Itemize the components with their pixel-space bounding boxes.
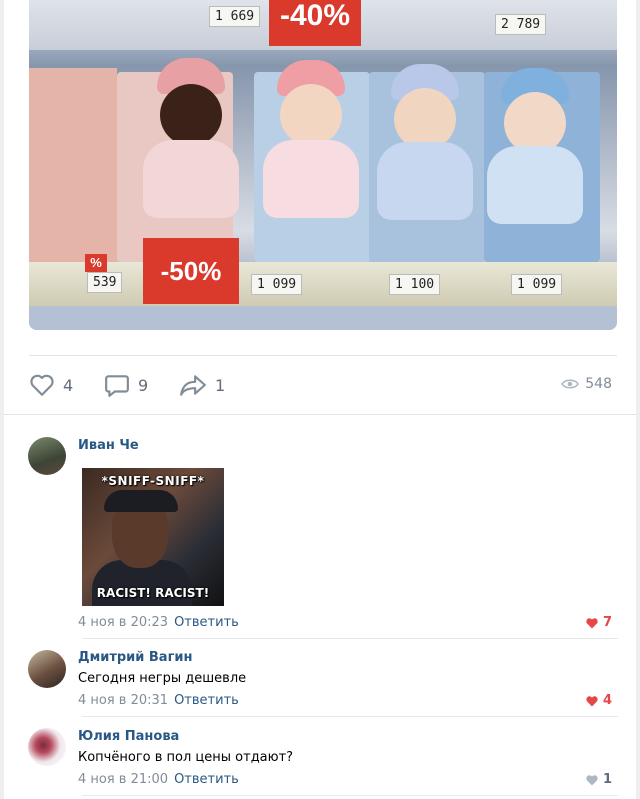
comment-date[interactable]: 4 ноя в 21:00 xyxy=(78,772,168,787)
post-photo[interactable]: 1 669 -40% 2 789 % 539 -50% 1 099 1 100 … xyxy=(29,0,617,330)
price-tag: 1 099 xyxy=(251,274,303,295)
views-count: 548 xyxy=(585,376,612,392)
doll-body xyxy=(263,140,359,218)
eye-icon xyxy=(561,379,580,389)
comment-icon xyxy=(105,375,129,397)
sale-badge-bottom: -50% xyxy=(143,238,239,304)
comment-button[interactable]: 9 xyxy=(104,373,148,397)
meme-image[interactable]: *SNIFF-SNIFF* RACIST! RACIST! xyxy=(82,468,224,606)
views-counter: 548 xyxy=(561,376,612,392)
section-separator xyxy=(4,414,636,415)
price-tag: 1 669 xyxy=(209,6,261,27)
heart-filled-icon xyxy=(586,774,598,785)
reply-link[interactable]: Ответить xyxy=(174,615,239,630)
side-box xyxy=(29,68,117,262)
price-tag: 1 100 xyxy=(389,274,441,295)
comment-author[interactable]: Иван Че xyxy=(78,438,139,453)
avatar[interactable] xyxy=(28,728,66,766)
post-card: 1 669 -40% 2 789 % 539 -50% 1 099 1 100 … xyxy=(4,0,636,799)
sale-badge-top: -40% xyxy=(269,0,361,46)
comment-meta: 4 ноя в 20:31 Ответить xyxy=(78,693,239,708)
comment-text: Копчёного в пол цены отдают? xyxy=(78,750,294,765)
like-button[interactable]: 4 xyxy=(29,373,73,397)
share-count: 1 xyxy=(215,375,226,395)
share-arrow-icon xyxy=(180,375,206,396)
comment-author[interactable]: Юлия Панова xyxy=(78,729,179,744)
share-button[interactable]: 1 xyxy=(179,373,225,397)
doll-body xyxy=(377,142,473,220)
doll-body xyxy=(143,140,239,218)
reply-link[interactable]: Ответить xyxy=(174,693,239,708)
comment-date[interactable]: 4 ноя в 20:31 xyxy=(78,693,168,708)
comment-divider xyxy=(82,638,618,639)
comment-like-count: 1 xyxy=(602,772,612,787)
price-tag: 2 789 xyxy=(495,14,547,35)
heart-filled-icon xyxy=(586,695,598,706)
price-tag: 1 099 xyxy=(511,274,563,295)
doll-head xyxy=(394,88,456,150)
reply-link[interactable]: Ответить xyxy=(174,772,239,787)
heart-outline-icon xyxy=(30,374,54,396)
comment-like-button[interactable]: 7 xyxy=(585,615,612,630)
comment-meta: 4 ноя в 20:23 Ответить xyxy=(78,615,239,630)
meme-figure xyxy=(104,490,178,512)
comment-divider xyxy=(82,795,618,796)
comment-meta: 4 ноя в 21:00 Ответить xyxy=(78,772,239,787)
price-tag: 539 xyxy=(87,272,123,293)
sale-badge-small: % xyxy=(85,254,107,272)
avatar[interactable] xyxy=(28,650,66,688)
comment-like-count: 7 xyxy=(602,615,612,630)
comment-author[interactable]: Дмитрий Вагин xyxy=(78,650,192,665)
comment-text: Сегодня негры дешевле xyxy=(78,671,247,686)
meme-caption-top: *SNIFF-SNIFF* xyxy=(101,474,205,488)
comment-date[interactable]: 4 ноя в 20:23 xyxy=(78,615,168,630)
doll-head xyxy=(280,84,342,146)
like-count: 4 xyxy=(63,375,74,395)
comment-like-count: 4 xyxy=(602,693,612,708)
doll-head xyxy=(504,92,566,154)
comment-like-button[interactable]: 4 xyxy=(585,693,612,708)
comment-like-button[interactable]: 1 xyxy=(585,772,612,787)
comment-divider xyxy=(82,716,618,717)
comment-count: 9 xyxy=(138,375,149,395)
shelf-bottom xyxy=(29,306,617,330)
meme-caption-bottom: RACIST! RACIST! xyxy=(96,586,210,600)
doll-body xyxy=(487,146,583,224)
heart-filled-icon xyxy=(586,617,598,628)
divider xyxy=(29,355,617,356)
doll-head xyxy=(160,84,222,146)
avatar[interactable] xyxy=(28,437,66,475)
